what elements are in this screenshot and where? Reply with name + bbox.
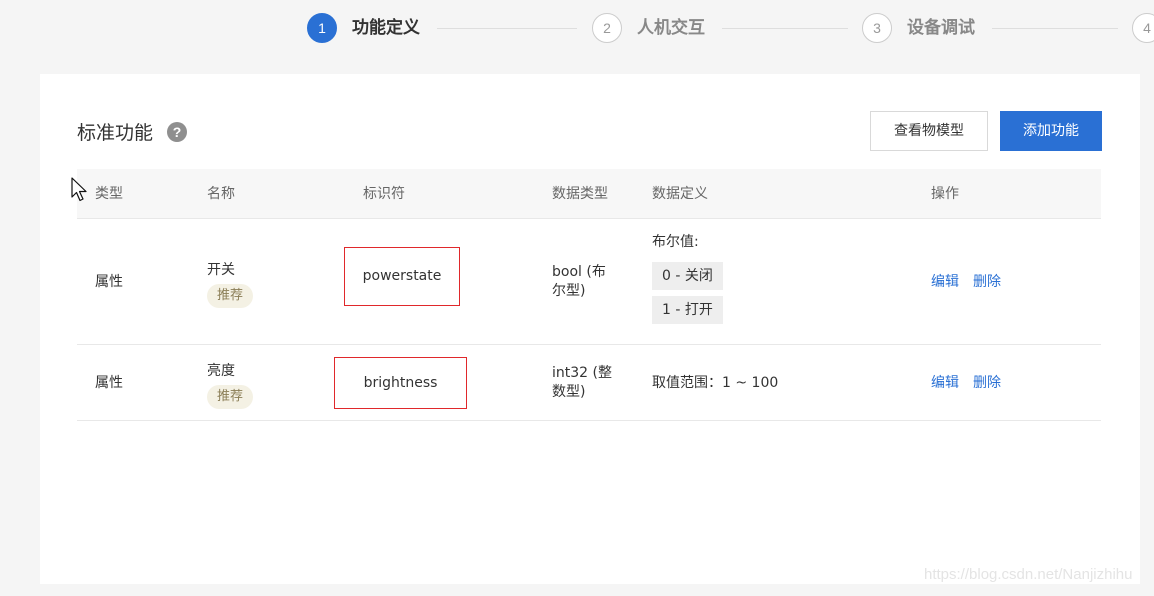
row-type: 属性 [95, 375, 123, 391]
row-type: 属性 [95, 274, 123, 290]
identifier-value: powerstate [344, 247, 460, 306]
recommended-tag: 推荐 [207, 385, 254, 409]
table-row: 属性 亮度 推荐 brightness int32 (整 数型) 取值范围：1 … [77, 345, 1101, 421]
step-1-label[interactable]: 功能定义 [352, 17, 420, 39]
recommended-tag: 推荐 [207, 284, 254, 308]
step-connector [437, 28, 577, 29]
step-4-indicator[interactable]: 4 [1132, 13, 1154, 43]
column-header-name: 名称 [207, 186, 235, 202]
step-1-indicator[interactable]: 1 [307, 13, 337, 43]
column-header-identifier: 标识符 [363, 186, 405, 202]
data-type-line1: int32 (整 [552, 365, 612, 381]
row-name: 开关 [207, 262, 235, 278]
column-header-data-type: 数据类型 [552, 186, 608, 202]
enum-value-chip: 1 - 打开 [652, 296, 723, 324]
stepper: 1 功能定义 2 人机交互 3 设备调试 4 [0, 0, 1154, 56]
step-2-indicator[interactable]: 2 [592, 13, 622, 43]
delete-link[interactable]: 删除 [973, 272, 1001, 292]
step-connector [992, 28, 1118, 29]
edit-link[interactable]: 编辑 [931, 272, 959, 292]
table-header: 类型 名称 标识符 数据类型 数据定义 操作 [77, 169, 1101, 219]
row-name: 亮度 [207, 363, 235, 379]
column-header-type: 类型 [95, 186, 123, 202]
view-model-button[interactable]: 查看物模型 [870, 111, 988, 151]
identifier-value: brightness [334, 357, 467, 409]
data-type-line1: bool (布 [552, 264, 606, 280]
standard-functions-card: 标准功能 ? 查看物模型 添加功能 类型 名称 标识符 数据类型 数据定义 操作… [40, 74, 1140, 584]
help-icon[interactable]: ? [167, 122, 187, 142]
data-type-line2: 数型) [552, 384, 586, 400]
definition-range: 取值范围：1 ~ 100 [652, 375, 779, 391]
watermark: https://blog.csdn.net/Nanjizhihu [924, 566, 1133, 583]
enum-value-chip: 0 - 关闭 [652, 262, 723, 290]
column-header-actions: 操作 [931, 186, 959, 202]
column-header-data-definition: 数据定义 [652, 186, 708, 202]
delete-link[interactable]: 删除 [973, 373, 1001, 393]
step-2-label[interactable]: 人机交互 [637, 17, 705, 39]
definition-title: 布尔值: [652, 234, 699, 250]
edit-link[interactable]: 编辑 [931, 373, 959, 393]
step-3-label[interactable]: 设备调试 [907, 17, 975, 39]
step-connector [722, 28, 848, 29]
add-function-button[interactable]: 添加功能 [1000, 111, 1102, 151]
mouse-cursor-icon [71, 177, 87, 202]
step-3-indicator[interactable]: 3 [862, 13, 892, 43]
section-title: 标准功能 [77, 122, 154, 144]
data-type-line2: 尔型) [552, 283, 586, 299]
table-row: 属性 开关 推荐 powerstate bool (布 尔型) 布尔值: 0 -… [77, 219, 1101, 345]
